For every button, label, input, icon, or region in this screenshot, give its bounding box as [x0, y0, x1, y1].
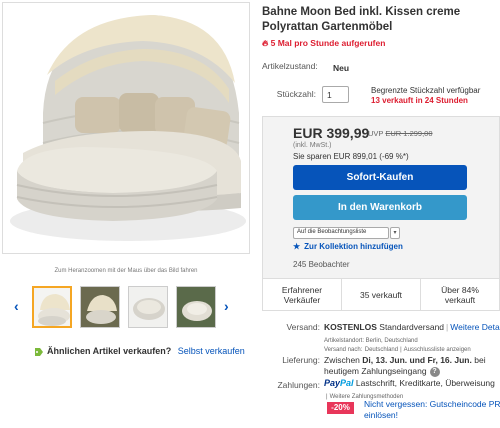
promo-line-2: einlösen!	[364, 409, 399, 420]
ships-to-label: Versand nach:	[324, 347, 363, 353]
payment-methods: PayPal Lastschrift, Kreditkarte, Überwei…	[324, 378, 495, 388]
savings: Sie sparen EUR 899,01 (-69 %*)	[293, 152, 409, 161]
thumbnail-strip: ‹ ›	[14, 286, 250, 330]
seller-stats: Erfahrener Verkäufer 35 verkauft Über 84…	[262, 279, 500, 311]
promo-line-1: Nicht vergessen: Gutscheincode PREIS	[364, 399, 500, 409]
sell-yourself-link[interactable]: Selbst verkaufen	[178, 346, 245, 356]
chevron-right-icon[interactable]: ›	[224, 298, 229, 314]
ships-to: Versand nach: Deutschland | Ausschlusslist…	[324, 347, 471, 353]
sell-similar-question: Ähnlichen Artikel verkaufen?	[47, 346, 172, 356]
collection-label: Zur Kollektion hinzufügen	[304, 242, 403, 251]
thumbnail-2[interactable]	[80, 286, 120, 328]
stat-experienced-seller: Erfahrener Verkäufer	[263, 279, 342, 310]
item-title: Bahne Moon Bed inkl. Kissen creme Polyra…	[262, 6, 461, 33]
condition-value: Neu	[333, 63, 350, 73]
thumbnail-image	[129, 287, 167, 327]
watchers-count: 245 Beobachter	[293, 260, 350, 269]
hot-text: 5 Mal pro Stunde aufgerufen	[270, 38, 386, 48]
buy-box: EUR 399,99 UVP EUR 1.299,00 (inkl. MwSt.…	[262, 116, 500, 279]
thumbnail-image	[177, 287, 215, 327]
delivery-line-1: Zwischen Di, 13. Jun. und Fr, 16. Jun. b…	[324, 355, 486, 365]
quantity-input[interactable]	[322, 86, 349, 103]
exclusions-link[interactable]: Ausschlussliste anzeigen	[404, 347, 471, 353]
sold-recent: 13 verkauft in 24 Stunden	[371, 96, 468, 105]
discount-badge: -20%	[327, 402, 354, 414]
flame-icon: 🔥︎	[262, 38, 269, 48]
buy-now-button[interactable]: Sofort-Kaufen	[293, 165, 467, 190]
hot-indicator: 🔥︎ 5 Mal pro Stunde aufgerufen	[262, 38, 385, 49]
shipping-type: Standardversand	[379, 322, 445, 332]
sell-similar: Ähnlichen Artikel verkaufen? Selbst verk…	[47, 346, 245, 356]
add-to-collection-link[interactable]: ★ Zur Kollektion hinzufügen	[293, 242, 403, 251]
payment-label: Zahlungen:	[277, 380, 320, 390]
chevron-down-icon[interactable]: ▾	[390, 227, 400, 239]
zoom-hint: Zum Heranzoomen mit der Maus über das Bi…	[54, 268, 198, 274]
main-product-image[interactable]	[2, 2, 250, 254]
thumbnail-4[interactable]	[176, 286, 216, 328]
thumbnail-3[interactable]	[128, 286, 168, 328]
ships-to-value: Deutschland	[364, 347, 399, 353]
thumbnail-1[interactable]	[32, 286, 72, 328]
delivery-suffix: bei	[474, 355, 486, 365]
shipping-label: Versand:	[286, 322, 320, 332]
paypal-logo: PayPal	[324, 378, 354, 388]
condition-label: Artikelzustand:	[262, 61, 318, 71]
star-icon: ★	[293, 242, 301, 251]
watchlist-select[interactable]: Auf die Beobachtungsliste	[293, 227, 389, 239]
delivery-prefix: Zwischen	[324, 355, 360, 365]
quantity-label: Stückzahl:	[276, 89, 316, 99]
thumbnail-image	[38, 294, 70, 326]
add-to-cart-button[interactable]: In den Warenkorb	[293, 195, 467, 220]
vat-note: (inkl. MwSt.)	[293, 142, 332, 149]
voucher-promo[interactable]: Nicht vergessen: Gutscheincode PREIS ein…	[364, 399, 500, 420]
price: EUR 399,99	[293, 125, 370, 141]
uvp-label: UVP	[368, 129, 384, 138]
shipping-cost: KOSTENLOS	[324, 322, 377, 332]
uvp-value: EUR 1.299,00	[385, 129, 433, 138]
thumbnail-image	[81, 287, 119, 327]
product-photo	[3, 3, 249, 253]
delivery-dates: Di, 13. Jun. und Fr, 16. Jun.	[362, 355, 472, 365]
stat-sold-count: 35 verkauft	[342, 279, 421, 310]
uvp-price: UVP EUR 1.299,00	[368, 129, 433, 138]
stat-sold-percent: Über 84% verkauft	[441, 284, 479, 305]
chevron-left-icon[interactable]: ‹	[14, 298, 19, 314]
stock-note: Begrenzte Stückzahl verfügbar	[371, 86, 481, 95]
shipping-details-link[interactable]: Weitere Details	[450, 322, 500, 332]
delivery-condition: heutigem Zahlungseingang	[324, 366, 427, 376]
delivery-line-2: heutigem Zahlungseingang?	[324, 366, 440, 377]
delivery-label: Lieferung:	[282, 355, 320, 365]
tag-icon	[35, 348, 43, 356]
shipping-info: KOSTENLOS Standardversand|Weitere Detail…	[324, 322, 500, 332]
payment-methods-text: Lastschrift, Kreditkarte, Überweisung	[355, 378, 495, 388]
help-icon[interactable]: ?	[429, 366, 440, 377]
